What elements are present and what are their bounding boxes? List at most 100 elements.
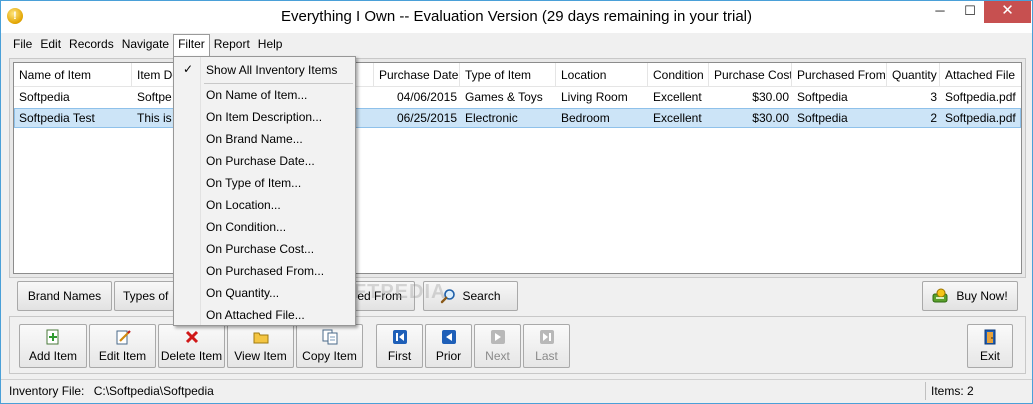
edit-item-button[interactable]: Edit Item	[89, 324, 156, 368]
menu-filter[interactable]: Filter	[173, 34, 210, 56]
menu-navigate[interactable]: Navigate	[118, 34, 173, 56]
prior-record-label: Prior	[435, 349, 462, 363]
first-record-button[interactable]: First	[376, 324, 423, 368]
brand-names-button[interactable]: Brand Names	[17, 281, 112, 311]
cell-condition: Excellent	[653, 90, 702, 104]
list-header: Name of Item Item De Purchase Date Type …	[14, 63, 1021, 87]
filter-menu-item-description[interactable]: On Item Description...	[174, 106, 355, 128]
next-record-label: Next	[485, 349, 510, 363]
cell-attached-file: Softpedia.pdf	[945, 111, 1016, 125]
status-item-count: Items: 2	[931, 384, 974, 398]
column-header-attached-file[interactable]: Attached File	[940, 63, 1021, 87]
exit-button[interactable]: Exit	[967, 324, 1013, 368]
view-item-icon	[253, 332, 268, 344]
check-icon: ✓	[183, 62, 194, 76]
minimize-button[interactable]: ─	[925, 1, 955, 23]
filter-menu-label: On Name of Item...	[206, 88, 308, 102]
column-header-location[interactable]: Location	[556, 63, 648, 87]
first-record-label: First	[387, 349, 412, 363]
menu-edit[interactable]: Edit	[36, 34, 65, 56]
next-record-icon	[490, 330, 505, 344]
last-record-button[interactable]: Last	[523, 324, 570, 368]
view-item-label: View Item	[234, 349, 287, 363]
filter-menu-label: On Type of Item...	[206, 176, 302, 190]
filter-menu-type-of-item[interactable]: On Type of Item...	[174, 172, 355, 194]
column-header-quantity[interactable]: Quantity	[887, 63, 940, 87]
cell-name: Softpedia	[19, 90, 70, 104]
filter-menu-location[interactable]: On Location...	[174, 194, 355, 216]
maximize-button[interactable]: ☐	[955, 1, 985, 23]
filter-menu-purchase-cost[interactable]: On Purchase Cost...	[174, 238, 355, 260]
status-divider	[925, 382, 926, 400]
cell-location: Bedroom	[561, 111, 610, 125]
cell-type: Electronic	[465, 111, 518, 125]
status-file-path: C:\Softpedia\Softpedia	[93, 384, 214, 398]
search-button-label: Search	[462, 289, 501, 303]
add-item-label: Add Item	[28, 349, 78, 363]
filter-menu-quantity[interactable]: On Quantity...	[174, 282, 355, 304]
filter-menu-label: On Purchase Date...	[206, 154, 315, 168]
cell-purchased-from: Softpedia	[797, 111, 848, 125]
filter-menu-purchase-date[interactable]: On Purchase Date...	[174, 150, 355, 172]
inventory-list[interactable]: Name of Item Item De Purchase Date Type …	[13, 62, 1022, 274]
cell-cost: $30.00	[752, 90, 789, 104]
cell-type: Games & Toys	[465, 90, 543, 104]
menu-records[interactable]: Records	[65, 34, 118, 56]
prior-record-button[interactable]: Prior	[425, 324, 472, 368]
buy-now-button[interactable]: Buy Now!	[922, 281, 1018, 311]
delete-item-button[interactable]: Delete Item	[158, 324, 225, 368]
types-of-items-button[interactable]: Types of	[114, 281, 176, 311]
cell-condition: Excellent	[653, 111, 702, 125]
filter-menu-label: On Purchase Cost...	[206, 242, 315, 256]
filter-menu-show-all[interactable]: ✓ Show All Inventory Items	[174, 59, 355, 81]
status-bar: Inventory File: C:\Softpedia\Softpedia I…	[1, 379, 1032, 403]
close-button[interactable]: ✕	[984, 1, 1031, 23]
exit-door-icon	[984, 329, 996, 345]
column-header-name[interactable]: Name of Item	[14, 63, 132, 87]
cell-name: Softpedia Test	[19, 111, 95, 125]
filter-menu-label: On Item Description...	[206, 110, 323, 124]
copy-item-button[interactable]: Copy Item	[296, 324, 363, 368]
last-record-icon	[539, 330, 554, 344]
menu-report[interactable]: Report	[210, 34, 254, 56]
app-window: ! Everything I Own -- Evaluation Version…	[0, 0, 1033, 404]
menu-bar: File Edit Records Navigate Filter Report…	[9, 34, 286, 56]
filter-menu-label: On Brand Name...	[206, 132, 303, 146]
add-item-button[interactable]: Add Item	[19, 324, 87, 368]
filter-menu-label: On Condition...	[206, 220, 287, 234]
last-record-label: Last	[535, 349, 558, 363]
menu-help[interactable]: Help	[254, 34, 287, 56]
filter-menu-label: Show All Inventory Items	[206, 63, 338, 77]
cell-attached-file: Softpedia.pdf	[945, 90, 1016, 104]
column-header-type[interactable]: Type of Item	[460, 63, 556, 87]
table-row[interactable]: Softpedia Test This is a 06/25/2015 Elec…	[14, 108, 1021, 128]
column-header-purchased-from[interactable]: Purchased From	[792, 63, 887, 87]
edit-item-icon	[116, 330, 131, 345]
filter-menu-purchased-from[interactable]: On Purchased From...	[174, 260, 355, 282]
cell-quantity: 3	[930, 90, 937, 104]
prior-record-icon	[441, 330, 456, 344]
cell-location: Living Room	[561, 90, 628, 104]
filter-menu-condition[interactable]: On Condition...	[174, 216, 355, 238]
column-header-cost[interactable]: Purchase Cost	[709, 63, 792, 87]
edit-item-label: Edit Item	[98, 349, 147, 363]
title-bar[interactable]: ! Everything I Own -- Evaluation Version…	[1, 1, 1032, 33]
view-item-button[interactable]: View Item	[227, 324, 294, 368]
menu-file[interactable]: File	[9, 34, 36, 56]
window-title: Everything I Own -- Evaluation Version (…	[280, 8, 753, 25]
delete-item-icon	[185, 330, 198, 344]
next-record-button[interactable]: Next	[474, 324, 521, 368]
filter-menu-name-of-item[interactable]: On Name of Item...	[174, 84, 355, 106]
filter-menu-attached-file[interactable]: On Attached File...	[174, 304, 355, 326]
delete-item-label: Delete Item	[160, 349, 223, 363]
copy-item-label: Copy Item	[302, 349, 357, 363]
filter-menu-brand-name[interactable]: On Brand Name...	[174, 128, 355, 150]
cell-purchase-date: 04/06/2015	[396, 90, 457, 104]
exit-label: Exit	[979, 349, 1000, 363]
search-button[interactable]: Search	[423, 281, 518, 311]
status-inventory-file: Inventory File: C:\Softpedia\Softpedia	[9, 384, 214, 398]
column-header-condition[interactable]: Condition	[648, 63, 709, 87]
status-file-label: Inventory File:	[9, 384, 85, 398]
table-row[interactable]: Softpedia Softpe 04/06/2015 Games & Toys…	[14, 88, 1021, 108]
column-header-purchase-date[interactable]: Purchase Date	[374, 63, 460, 87]
